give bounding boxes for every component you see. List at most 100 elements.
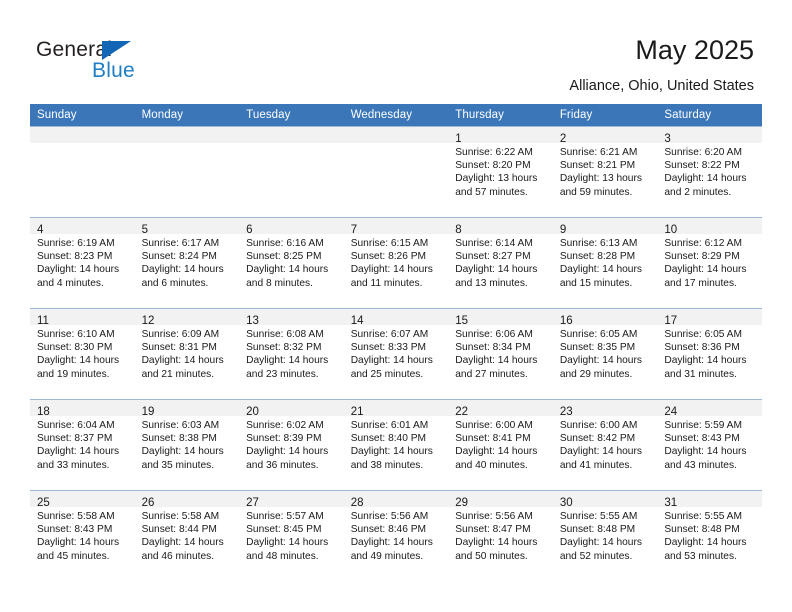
sunrise-text: Sunrise: 6:03 AM <box>141 420 220 431</box>
calendar-day-cell[interactable]: 26 Sunrise: 5:58 AM Sunset: 8:44 PM Dayligh… <box>134 490 240 581</box>
day-number-band: 14 <box>343 309 449 327</box>
day-number-band: 22 <box>448 400 553 418</box>
daylight-text-line1: Daylight: 14 hours <box>664 264 747 276</box>
daylight-text-line2: and 25 minutes. <box>350 368 424 380</box>
day-number: 4 <box>37 224 44 236</box>
sunset-text: Sunset: 8:23 PM <box>37 251 113 263</box>
calendar-day-cell[interactable]: 19 Sunrise: 6:03 AM Sunset: 8:38 PM Dayligh… <box>134 399 240 491</box>
day-number: 19 <box>141 406 155 418</box>
location-subtitle: Alliance, Ohio, United States <box>569 78 754 94</box>
calendar-day-cell[interactable]: 17 Sunrise: 6:05 AM Sunset: 8:36 PM Dayligh… <box>657 308 762 400</box>
daylight-text-line2: and 59 minutes. <box>559 186 633 198</box>
brand-triangle-icon <box>102 41 131 60</box>
sunrise-text: Sunrise: 5:58 AM <box>141 511 220 522</box>
day-number-band: 20 <box>239 400 344 418</box>
sunset-text: Sunset: 8:22 PM <box>664 160 740 172</box>
calendar-day-cell[interactable]: 8 Sunrise: 6:14 AM Sunset: 8:27 PM Daylight… <box>448 217 553 309</box>
daylight-text-line1: Daylight: 14 hours <box>559 264 642 276</box>
day-number: 13 <box>246 315 259 327</box>
sunset-text: Sunset: 8:35 PM <box>559 342 636 354</box>
calendar-day-cell[interactable]: 29 Sunrise: 5:56 AM Sunset: 8:47 PM Dayligh… <box>448 490 553 581</box>
daylight-text-line2: and 48 minutes. <box>246 550 319 562</box>
day-number-band: 12 <box>134 309 240 327</box>
day-sun-info: Sunrise: 6:10 AM Sunset: 8:30 PM Daylight:… <box>30 325 135 381</box>
daylight-text-line2: and 53 minutes. <box>664 550 737 562</box>
sunset-text: Sunset: 8:26 PM <box>350 251 427 263</box>
daylight-text-line2: and 27 minutes. <box>455 368 528 380</box>
day-number-band: 3 <box>657 127 762 145</box>
day-sun-info: Sunrise: 6:00 AM Sunset: 8:42 PM Daylight:… <box>553 416 658 472</box>
sunrise-text: Sunrise: 6:01 AM <box>350 420 429 431</box>
calendar-day-cell[interactable]: 5 Sunrise: 6:17 AM Sunset: 8:24 PM Daylight… <box>134 217 240 309</box>
day-number-band: 30 <box>552 491 658 509</box>
page-title: May 2025 <box>635 35 754 65</box>
sunset-text: Sunset: 8:38 PM <box>141 433 217 445</box>
calendar-day-cell[interactable]: 12 Sunrise: 6:09 AM Sunset: 8:31 PM Dayligh… <box>134 308 240 400</box>
calendar-day-cell[interactable]: 30 Sunrise: 5:55 AM Sunset: 8:48 PM Dayligh… <box>552 490 658 581</box>
daylight-text-line2: and 35 minutes. <box>141 459 215 471</box>
calendar-day-cell[interactable]: 9 Sunrise: 6:13 AM Sunset: 8:28 PM Daylight… <box>552 217 658 309</box>
calendar-day-cell[interactable]: 7 Sunrise: 6:15 AM Sunset: 8:26 PM Daylight… <box>343 217 449 309</box>
sunrise-text: Sunrise: 6:12 AM <box>664 238 742 249</box>
calendar-day-cell[interactable]: 4 Sunrise: 6:19 AM Sunset: 8:23 PM Daylight… <box>30 217 135 309</box>
calendar-day-cell[interactable]: 22 Sunrise: 6:00 AM Sunset: 8:41 PM Dayligh… <box>448 399 553 491</box>
day-number: 20 <box>246 406 259 418</box>
sunrise-text: Sunrise: 6:15 AM <box>350 238 429 249</box>
calendar-day-cell[interactable]: 10 Sunrise: 6:12 AM Sunset: 8:29 PM Dayligh… <box>657 217 762 309</box>
daylight-text-line1: Daylight: 14 hours <box>664 355 747 367</box>
sunset-text: Sunset: 8:24 PM <box>141 251 217 263</box>
calendar-day-cell[interactable]: 25 Sunrise: 5:58 AM Sunset: 8:43 PM Dayligh… <box>30 490 135 581</box>
calendar-day-cell[interactable]: 14 Sunrise: 6:07 AM Sunset: 8:33 PM Dayligh… <box>343 308 449 400</box>
daylight-text-line2: and 21 minutes. <box>141 368 215 380</box>
day-number: 30 <box>559 497 573 509</box>
day-number-band: 27 <box>239 491 344 509</box>
sunset-text: Sunset: 8:46 PM <box>350 524 427 536</box>
sunrise-text: Sunrise: 6:20 AM <box>664 147 742 158</box>
calendar-day-cell[interactable]: 31 Sunrise: 5:55 AM Sunset: 8:48 PM Dayligh… <box>657 490 762 581</box>
calendar-day-cell[interactable]: 27 Sunrise: 5:57 AM Sunset: 8:45 PM Dayligh… <box>239 490 344 581</box>
sunset-text: Sunset: 8:36 PM <box>664 342 740 354</box>
day-sun-info: Sunrise: 6:19 AM Sunset: 8:23 PM Daylight:… <box>30 234 135 290</box>
calendar-day-cell[interactable]: 16 Sunrise: 6:05 AM Sunset: 8:35 PM Dayligh… <box>552 308 658 400</box>
day-number-band: 26 <box>134 491 240 509</box>
day-sun-info: Sunrise: 6:08 AM Sunset: 8:32 PM Daylight:… <box>239 325 344 381</box>
sunrise-text: Sunrise: 6:05 AM <box>664 329 742 340</box>
calendar-day-cell[interactable]: 18 Sunrise: 6:04 AM Sunset: 8:37 PM Dayligh… <box>30 399 135 491</box>
daylight-text-line1: Daylight: 14 hours <box>246 446 329 458</box>
calendar-day-cell[interactable]: 15 Sunrise: 6:06 AM Sunset: 8:34 PM Dayligh… <box>448 308 553 400</box>
sunrise-text: Sunrise: 6:00 AM <box>455 420 533 431</box>
calendar-day-cell[interactable]: 13 Sunrise: 6:08 AM Sunset: 8:32 PM Dayligh… <box>239 308 344 400</box>
calendar-day-cell[interactable]: 1 Sunrise: 6:22 AM Sunset: 8:20 PM Daylight… <box>448 126 553 218</box>
day-number-band <box>30 127 135 143</box>
sunrise-text: Sunrise: 5:58 AM <box>37 511 115 522</box>
calendar-day-cell[interactable]: 2 Sunrise: 6:21 AM Sunset: 8:21 PM Daylight… <box>552 126 658 218</box>
calendar-day-cell[interactable]: 21 Sunrise: 6:01 AM Sunset: 8:40 PM Dayligh… <box>343 399 449 491</box>
daylight-text-line1: Daylight: 14 hours <box>37 446 120 458</box>
calendar-page: General Blue May 2025 Alliance, Ohio, Un… <box>0 0 792 612</box>
sunset-text: Sunset: 8:28 PM <box>559 251 636 263</box>
calendar-day-cell[interactable]: 3 Sunrise: 6:20 AM Sunset: 8:22 PM Daylight… <box>657 126 762 218</box>
calendar-day-cell[interactable]: 6 Sunrise: 6:16 AM Sunset: 8:25 PM Daylight… <box>239 217 344 309</box>
daylight-text-line2: and 57 minutes. <box>455 186 528 198</box>
day-sun-info: Sunrise: 6:00 AM Sunset: 8:41 PM Daylight:… <box>448 416 553 472</box>
day-sun-info: Sunrise: 6:22 AM Sunset: 8:20 PM Daylight:… <box>448 143 553 199</box>
calendar-week-row: 25 Sunrise: 5:58 AM Sunset: 8:43 PM Dayligh… <box>30 490 762 581</box>
day-number: 7 <box>350 224 358 236</box>
day-number: 27 <box>246 497 259 509</box>
sunset-text: Sunset: 8:37 PM <box>37 433 113 445</box>
day-number-band: 23 <box>552 400 658 418</box>
day-sun-info: Sunrise: 6:05 AM Sunset: 8:36 PM Daylight:… <box>657 325 762 381</box>
day-number: 17 <box>664 315 678 327</box>
day-number: 12 <box>141 315 155 327</box>
sunrise-text: Sunrise: 5:55 AM <box>559 511 638 522</box>
calendar-day-cell[interactable]: 11 Sunrise: 6:10 AM Sunset: 8:30 PM Dayligh… <box>30 308 135 400</box>
day-number: 29 <box>455 497 469 509</box>
calendar-grid: Sunday Monday Tuesday Wednesday Thursday… <box>30 104 762 581</box>
calendar-day-cell[interactable]: 23 Sunrise: 6:00 AM Sunset: 8:42 PM Dayligh… <box>552 399 658 491</box>
day-number-band: 10 <box>657 218 762 236</box>
day-sun-info: Sunrise: 6:02 AM Sunset: 8:39 PM Daylight:… <box>239 416 344 472</box>
calendar-day-cell[interactable]: 24 Sunrise: 5:59 AM Sunset: 8:43 PM Dayligh… <box>657 399 762 491</box>
calendar-day-cell[interactable]: 28 Sunrise: 5:56 AM Sunset: 8:46 PM Dayligh… <box>343 490 449 581</box>
daylight-text-line1: Daylight: 14 hours <box>37 355 120 367</box>
calendar-day-cell[interactable]: 20 Sunrise: 6:02 AM Sunset: 8:39 PM Dayligh… <box>239 399 344 491</box>
